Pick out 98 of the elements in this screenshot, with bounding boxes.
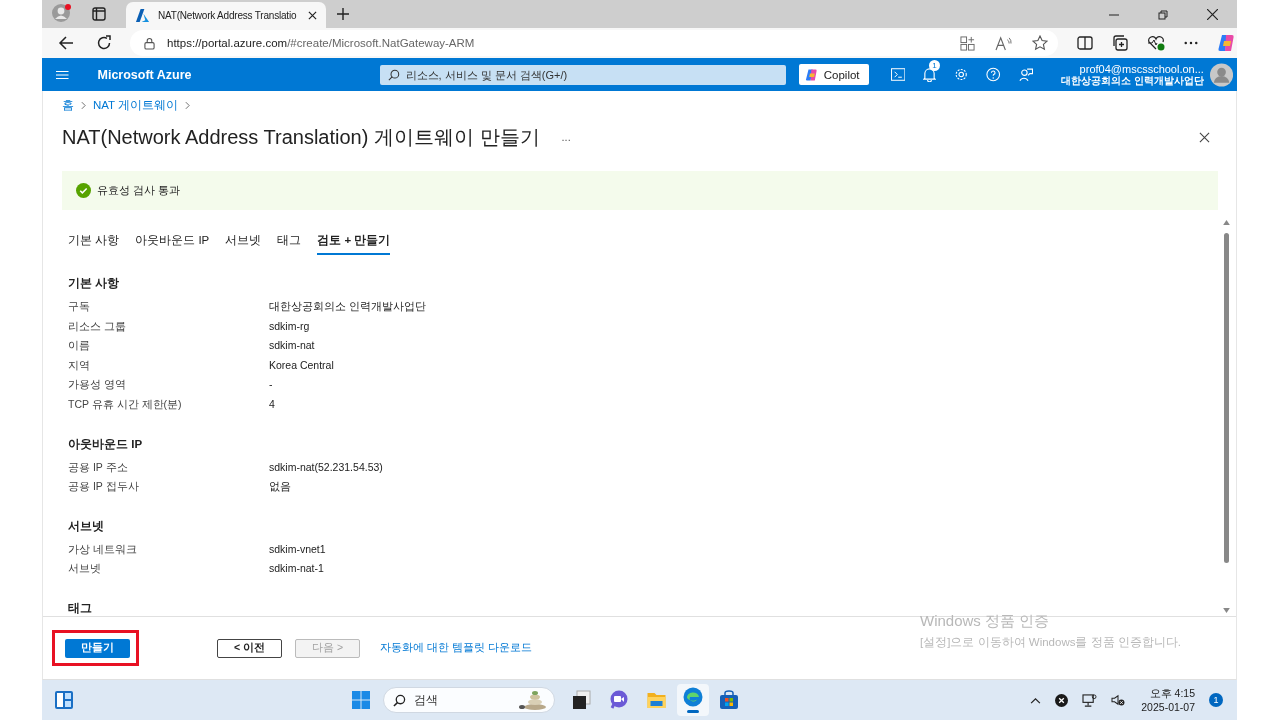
tab[interactable]: 기본 사항 (68, 233, 120, 255)
taskbar-search-field[interactable]: 검색 (383, 687, 556, 713)
field-value: 4 (269, 396, 275, 412)
section-heading: 기본 사항 (68, 276, 121, 291)
field-value: sdkim-rg (269, 318, 310, 334)
chevron-icon (185, 100, 191, 110)
create-button[interactable]: 만들기 (65, 638, 130, 658)
breadcrumb-link[interactable]: NAT 게이트웨이 (93, 97, 179, 113)
page-title: NAT(Network Address Translation) 게이트웨이 만들기 (62, 124, 540, 150)
close-icon[interactable] (1207, 9, 1218, 20)
banner-text: 유효성 검사 통과 (97, 183, 180, 198)
stones-icon (517, 690, 548, 710)
more-button[interactable]: ... (561, 131, 571, 143)
field-label: 서브넷 (68, 561, 102, 577)
health-icon[interactable] (1147, 35, 1165, 51)
avatar-icon[interactable] (1209, 62, 1233, 87)
azure-logo-icon (135, 7, 150, 23)
notification-badge: 1 (928, 60, 940, 71)
help-icon[interactable] (986, 67, 1001, 82)
close-icon[interactable] (1199, 131, 1210, 143)
field-value: 없음 (269, 479, 291, 495)
browser-icon (683, 687, 704, 707)
search-icon (393, 694, 407, 707)
tab[interactable]: 태그 (277, 233, 302, 255)
tab[interactable]: 검토 + 만들기 (317, 233, 391, 255)
directory-name[interactable]: 대한상공회의소 인력개발사업단 (1061, 74, 1204, 87)
field-label: 구독 (68, 299, 91, 314)
breadcrumb-link[interactable]: 홈 (62, 97, 74, 113)
field-value: sdkim-vnet1 (269, 541, 326, 557)
check-circle-icon (76, 183, 91, 198)
clock-time[interactable]: 오후 4:15 (1149, 686, 1195, 700)
split-screen-icon[interactable] (1077, 35, 1093, 51)
activation-text: [설정]으로 이동하여 Windows를 정품 인증합니다. (920, 635, 1182, 650)
field-value: 대한상공회의소 인력개발사업단 (269, 299, 426, 314)
menu-icon[interactable] (56, 69, 69, 80)
copilot-icon (804, 67, 819, 82)
field-value: - (269, 377, 273, 393)
settings-icon[interactable] (953, 67, 969, 82)
grid-icon[interactable] (960, 35, 975, 51)
address-field[interactable]: https://portal.azure.com/#create/Microsoft.NatGateway-ARM (130, 30, 1058, 56)
field-label: 공용 IP 주소 (68, 459, 129, 475)
activation-title: Windows 정품 인증 (920, 612, 1051, 631)
field-label: 가상 네트워크 (68, 541, 138, 557)
new-tab-icon[interactable] (336, 7, 350, 21)
close-icon[interactable] (308, 10, 317, 20)
section-heading: 서브넷 (68, 518, 105, 534)
refresh-icon[interactable] (96, 35, 112, 51)
notification-badge[interactable]: 1 (1209, 693, 1223, 707)
scroll-up-icon[interactable] (1223, 220, 1230, 225)
field-value: sdkim-nat-1 (269, 561, 324, 577)
section-heading: 태그 (68, 600, 93, 616)
nav-button[interactable]: < 이전 (217, 638, 282, 658)
field-value: sdkim-nat(52.231.54.53) (269, 459, 383, 475)
network-icon[interactable] (1082, 693, 1098, 707)
search-field[interactable]: 리소스, 서비스 및 문서 검색(G+/) (379, 64, 786, 85)
error-icon[interactable] (1055, 693, 1069, 707)
field-label: 가용성 영역 (68, 377, 127, 393)
field-label: 공용 IP 접두사 (68, 479, 140, 495)
chevron-up-icon[interactable] (1030, 696, 1042, 704)
copilot-button[interactable]: Copilot (798, 64, 869, 85)
search-icon (387, 68, 400, 81)
copilot-icon[interactable] (1217, 33, 1237, 53)
widgets-icon[interactable] (54, 690, 74, 710)
read-aloud-icon[interactable] (995, 35, 1012, 51)
field-label: 리소스 그룹 (68, 318, 127, 334)
field-label: 이름 (68, 338, 91, 354)
field-label: 지역 (68, 357, 91, 373)
lock-icon (144, 36, 155, 50)
section-heading: 아웃바운드 IP (68, 436, 144, 452)
profile-icon[interactable] (52, 3, 72, 23)
tab[interactable]: 아웃바운드 IP (135, 233, 210, 255)
chevron-icon (81, 100, 86, 110)
template-link[interactable]: 자동화에 대한 템플릿 다운로드 (380, 641, 532, 655)
folder-icon[interactable] (646, 691, 668, 709)
store-icon[interactable] (719, 690, 740, 710)
task-view-icon[interactable] (572, 690, 593, 710)
portal-brand[interactable]: Microsoft Azure (97, 67, 192, 82)
feedback-icon[interactable] (1018, 67, 1034, 82)
star-icon[interactable] (1032, 35, 1048, 51)
bell-icon[interactable] (922, 67, 936, 82)
collections-icon[interactable] (1112, 35, 1128, 51)
account-name[interactable]: prof04@mscsschool.on... (1079, 62, 1204, 75)
restore-icon[interactable] (1158, 10, 1168, 20)
speaker-muted-icon[interactable] (1111, 694, 1126, 706)
tab-actions-icon[interactable] (92, 7, 106, 21)
scroll-down-icon[interactable] (1223, 608, 1230, 613)
more-icon[interactable] (1184, 41, 1198, 45)
back-icon[interactable] (58, 35, 74, 51)
field-value: sdkim-nat (269, 338, 315, 354)
taskbar-app[interactable] (677, 684, 710, 716)
start-icon[interactable] (351, 690, 372, 710)
chat-icon[interactable] (609, 690, 630, 710)
browser-tab[interactable]: NAT(Network Address Translatio (126, 2, 326, 28)
field-label: TCP 유휴 시간 제한(분) (68, 396, 183, 412)
field-value: Korea Central (269, 357, 334, 373)
tab[interactable]: 서브넷 (225, 233, 262, 255)
cloud-shell-icon[interactable] (890, 68, 905, 81)
clock-date[interactable]: 2025-01-07 (1141, 700, 1195, 714)
